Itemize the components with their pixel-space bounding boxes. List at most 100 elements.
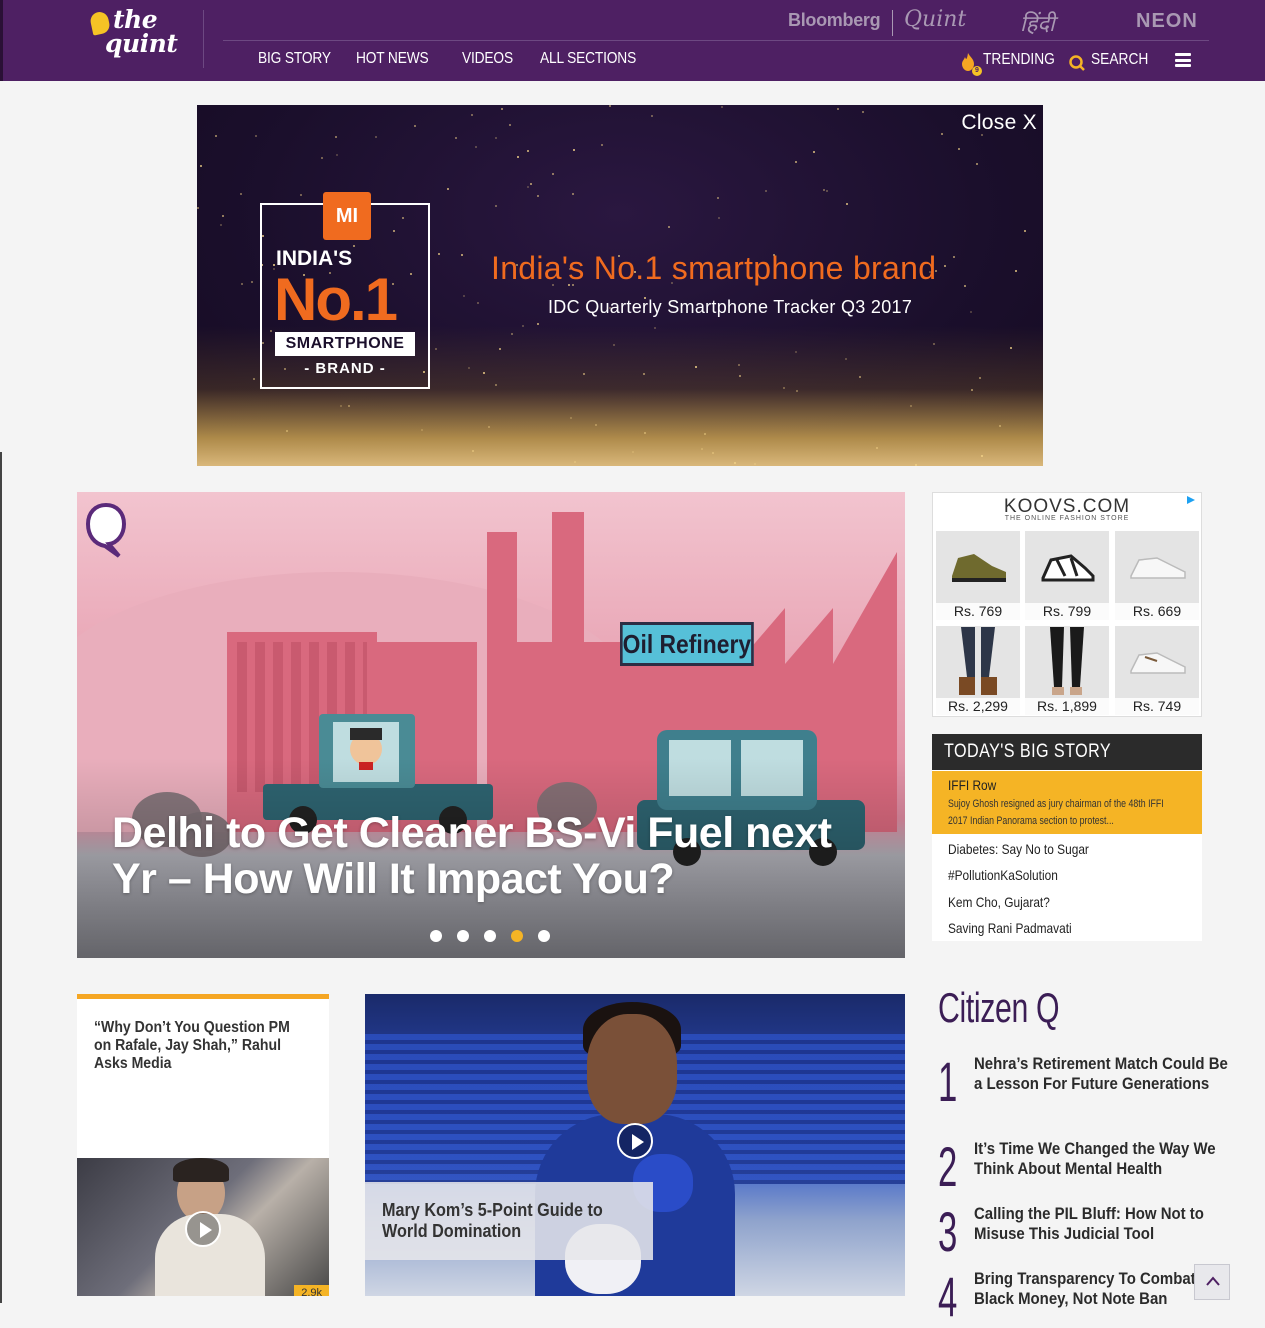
partner-neon[interactable]: NEON	[1136, 10, 1198, 33]
sparkle	[721, 106, 724, 109]
sparkle	[571, 193, 574, 196]
trending-link[interactable]: TRENDING	[983, 51, 1055, 69]
hero-headline[interactable]: Delhi to Get Cleaner BS-Vi Fuel next Yr …	[112, 810, 872, 902]
sparkle	[969, 310, 972, 313]
sparkle	[717, 197, 720, 200]
nav-big-story[interactable]: BIG STORY	[258, 50, 331, 68]
ad-badge: MI INDIA'S No.1 SMARTPHONE - BRAND -	[260, 192, 430, 389]
ad-headline: India's No.1 smartphone brand	[491, 250, 937, 286]
sparkle	[494, 383, 497, 386]
sparkle	[461, 253, 464, 256]
sparkle	[858, 375, 861, 378]
koovs-product[interactable]: Rs. 1,899	[1025, 626, 1109, 715]
sparkle	[463, 295, 466, 298]
koovs-product[interactable]: Rs. 799	[1025, 531, 1109, 620]
badge-line-4: - BRAND -	[304, 360, 386, 377]
sparkle	[1023, 230, 1026, 233]
the-quint-logo[interactable]: the quint	[88, 7, 199, 70]
boxer-head	[587, 1014, 677, 1124]
product-price: Rs. 669	[1115, 603, 1199, 620]
product-price: Rs. 2,299	[936, 698, 1020, 715]
slider-dot-4-active[interactable]	[511, 930, 523, 942]
sparkle	[214, 134, 217, 137]
partner-bloomberg[interactable]: Bloomberg	[788, 10, 881, 31]
slider-dot-1[interactable]	[430, 930, 442, 942]
citizen-q-title: Nehra’s Retirement Match Could Be a Less…	[974, 1054, 1228, 1093]
koovs-ad[interactable]: KOOVS.COM THE ONLINE FASHION STORE Rs. 7…	[932, 492, 1202, 717]
koovs-product[interactable]: Rs. 749	[1115, 626, 1199, 715]
view-count-badge: 2.9k	[294, 1285, 329, 1296]
koovs-product[interactable]: Rs. 2,299	[936, 626, 1020, 715]
sparkle	[420, 428, 423, 431]
big-story-item[interactable]: Diabetes: Say No to Sugar	[948, 841, 1089, 857]
sparkle	[574, 460, 577, 463]
chimney-2	[552, 512, 584, 652]
product-price: Rs. 749	[1115, 698, 1199, 715]
ad-subline: IDC Quarterly Smartphone Tracker Q3 2017	[548, 297, 913, 317]
sparkle	[654, 326, 657, 329]
sparkle	[300, 193, 303, 196]
play-icon[interactable]	[185, 1211, 221, 1247]
hamburger-menu-icon[interactable]	[1175, 53, 1191, 67]
sparkle	[957, 148, 960, 151]
sparkle	[375, 136, 378, 139]
sparkle	[844, 358, 847, 360]
nav-all-sections[interactable]: ALL SECTIONS	[540, 50, 636, 68]
trending-count-badge: 9	[972, 66, 982, 76]
slider-dot-3[interactable]	[484, 930, 496, 942]
koovs-product[interactable]: Rs. 769	[936, 531, 1020, 620]
koovs-product[interactable]: Rs. 669	[1115, 531, 1199, 620]
sparkle	[876, 446, 879, 449]
big-story-item[interactable]: Saving Rani Padmavati	[948, 920, 1072, 936]
sparkle	[529, 182, 532, 185]
sparkle	[471, 449, 474, 452]
partner-separator	[892, 10, 893, 36]
sneaker-icon	[952, 553, 1006, 582]
sparkle	[975, 162, 978, 165]
rahul-story-card[interactable]: “Why Don’t You Question PM on Rafale, Ja…	[77, 994, 329, 1296]
hero-slider[interactable]: Oil Refinery Delhi to Get Cleaner BS-Vi …	[77, 492, 905, 958]
citizen-q-title: It’s Time We Changed the Way We Think Ab…	[974, 1139, 1216, 1178]
sparkle	[737, 363, 740, 366]
adchoices-icon[interactable]	[1186, 495, 1196, 505]
partner-quint[interactable]: Quint	[904, 7, 966, 32]
sparkle	[845, 202, 848, 205]
search-icon[interactable]	[1069, 55, 1085, 71]
big-story-active-item[interactable]: IFFI Row Sujoy Ghosh resigned as jury ch…	[932, 771, 1202, 834]
search-link[interactable]: SEARCH	[1091, 51, 1148, 69]
product-price: Rs. 799	[1025, 603, 1109, 620]
sparkle	[414, 125, 417, 128]
sparkle	[825, 190, 828, 193]
sparkle	[765, 189, 768, 192]
white-shoe-icon	[1130, 651, 1186, 674]
play-icon[interactable]	[617, 1123, 653, 1159]
ad-close-button[interactable]: Close X	[961, 111, 1037, 135]
partner-hindi[interactable]: हिंदी	[1020, 8, 1055, 38]
sparkle	[526, 185, 529, 188]
nav-hot-news[interactable]: HOT NEWS	[356, 50, 429, 68]
rahul-photo: 2.9k	[77, 1158, 329, 1296]
sparkle	[197, 207, 200, 210]
sparkle	[609, 105, 612, 108]
card-caption[interactable]: Mary Kom’s 5-Point Guide to World Domina…	[365, 1182, 653, 1260]
big-story-item[interactable]: #PollutionKaSolution	[948, 867, 1058, 883]
xiaomi-ad-banner[interactable]: Close X MI INDIA'S No.1 SMARTPHONE - BRA…	[197, 105, 1043, 466]
sparkle	[1009, 347, 1012, 350]
sparkle	[813, 150, 816, 153]
slider-dot-5[interactable]	[538, 930, 550, 942]
back-to-top-button[interactable]	[1194, 1264, 1230, 1300]
sparkle	[220, 224, 223, 227]
sandal-icon	[1041, 553, 1095, 582]
sparkle	[335, 135, 337, 138]
sparkle	[717, 216, 720, 219]
rank-number: 1	[938, 1050, 958, 1113]
mi-logo: MI	[323, 192, 371, 240]
sparkle	[467, 366, 470, 369]
card-title[interactable]: “Why Don’t You Question PM on Rafale, Ja…	[94, 1019, 305, 1073]
sparkle	[199, 165, 202, 168]
nav-videos[interactable]: VIDEOS	[462, 50, 513, 68]
marykom-story-card[interactable]: Mary Kom’s 5-Point Guide to World Domina…	[365, 994, 905, 1296]
chevron-up-icon	[1206, 1276, 1220, 1286]
big-story-item[interactable]: Kem Cho, Gujarat?	[948, 894, 1050, 910]
slider-dot-2[interactable]	[457, 930, 469, 942]
